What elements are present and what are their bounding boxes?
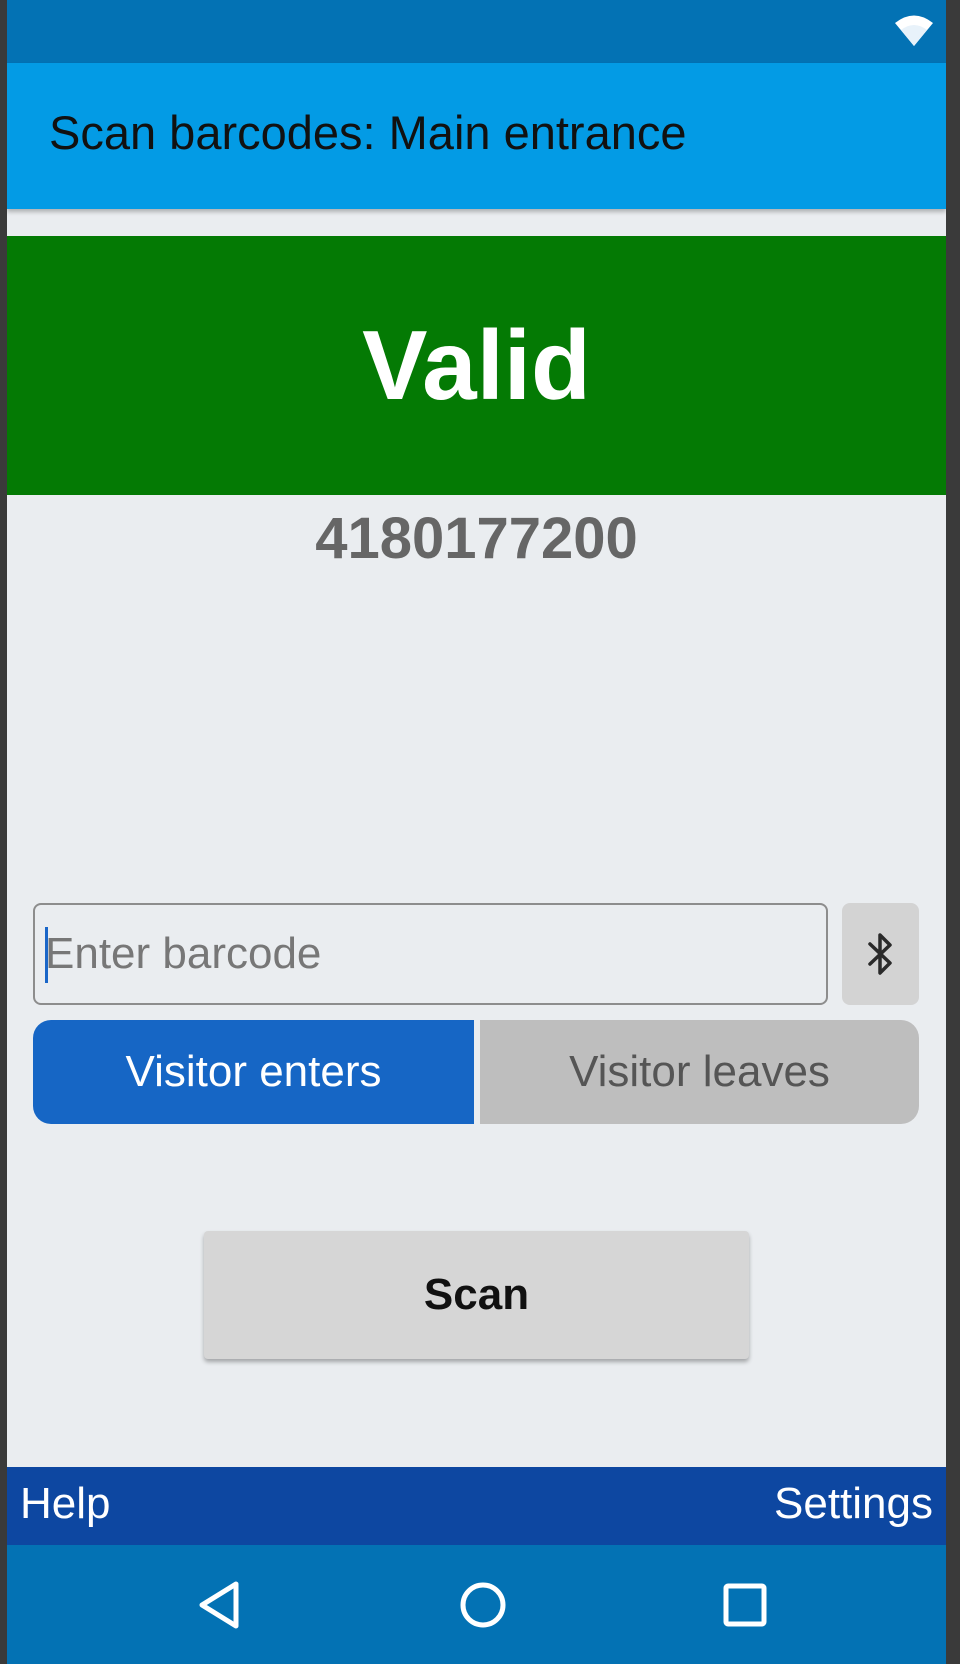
barcode-input[interactable]	[45, 905, 815, 1003]
home-icon[interactable]	[453, 1575, 513, 1635]
visitor-enters-option[interactable]: Visitor enters	[33, 1020, 474, 1124]
help-link[interactable]: Help	[20, 1479, 111, 1529]
phone-screen: Scan barcodes: Main entrance Valid 41801…	[7, 0, 946, 1664]
app-bar: Scan barcodes: Main entrance	[7, 63, 946, 209]
back-icon[interactable]	[190, 1575, 250, 1635]
page-title: Scan barcodes: Main entrance	[49, 106, 687, 159]
bluetooth-button[interactable]	[842, 903, 919, 1005]
bottom-bar: Help Settings	[7, 1467, 946, 1545]
scan-result-banner: Valid	[7, 236, 946, 495]
settings-link[interactable]: Settings	[774, 1479, 933, 1529]
recents-icon[interactable]	[715, 1575, 775, 1635]
text-cursor	[45, 927, 48, 983]
scan-status-label: Valid	[362, 310, 591, 420]
wifi-icon	[895, 15, 933, 46]
system-nav-bar	[7, 1545, 946, 1664]
direction-toggle: Visitor enters Visitor leaves	[33, 1020, 919, 1124]
scanned-barcode-number: 4180177200	[315, 506, 638, 571]
visitor-leaves-option[interactable]: Visitor leaves	[480, 1020, 919, 1124]
barcode-input-container	[33, 903, 828, 1005]
bluetooth-icon	[867, 933, 892, 975]
status-bar	[7, 0, 946, 63]
scan-button[interactable]: Scan	[204, 1231, 749, 1359]
